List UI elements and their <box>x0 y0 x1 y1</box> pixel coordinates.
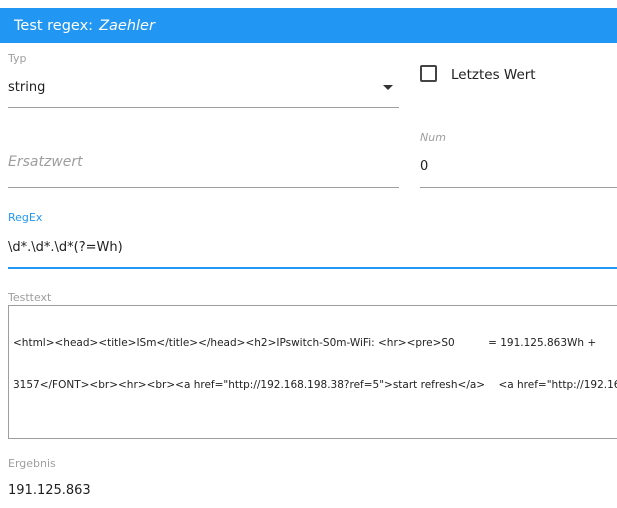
testtext-line-2: 3157</FONT><br><hr><br><a href="http://1… <box>13 379 617 391</box>
ersatzwert-underline <box>8 187 399 188</box>
dialog-title-prefix: Test regex: <box>14 17 94 34</box>
regex-input[interactable]: \d*.\d*.\d*(?=Wh) <box>8 230 617 270</box>
typ-select[interactable]: string <box>8 70 399 108</box>
testtext-textarea[interactable]: <html><head><title>ISm</title></head><h2… <box>8 305 617 439</box>
ergebnis-value: 191.125.863 <box>8 483 91 498</box>
ersatzwert-input[interactable]: Ersatzwert <box>8 148 399 188</box>
num-label: Num <box>420 131 446 144</box>
typ-label: Typ <box>8 52 27 65</box>
testtext-line-1: <html><head><title>ISm</title></head><h2… <box>13 337 600 349</box>
ergebnis-label: Ergebnis <box>8 457 56 470</box>
regex-value: \d*.\d*.\d*(?=Wh) <box>8 240 123 255</box>
last-value-checkbox[interactable] <box>420 65 437 82</box>
regex-label: RegEx <box>8 211 43 224</box>
ersatzwert-placeholder: Ersatzwert <box>8 154 83 170</box>
dialog-title-name: Zaehler <box>99 17 155 34</box>
typ-select-value: string <box>8 80 46 95</box>
typ-underline <box>8 107 399 108</box>
num-input[interactable]: 0 <box>420 150 617 188</box>
num-value: 0 <box>420 159 429 174</box>
chevron-down-icon <box>383 85 393 90</box>
testtext-label: Testtext <box>8 291 52 304</box>
regex-underline <box>8 267 617 269</box>
dialog-title-bar: Test regex: Zaehler <box>0 8 617 43</box>
num-underline <box>420 187 617 188</box>
last-value-label: Letztes Wert <box>451 67 536 83</box>
